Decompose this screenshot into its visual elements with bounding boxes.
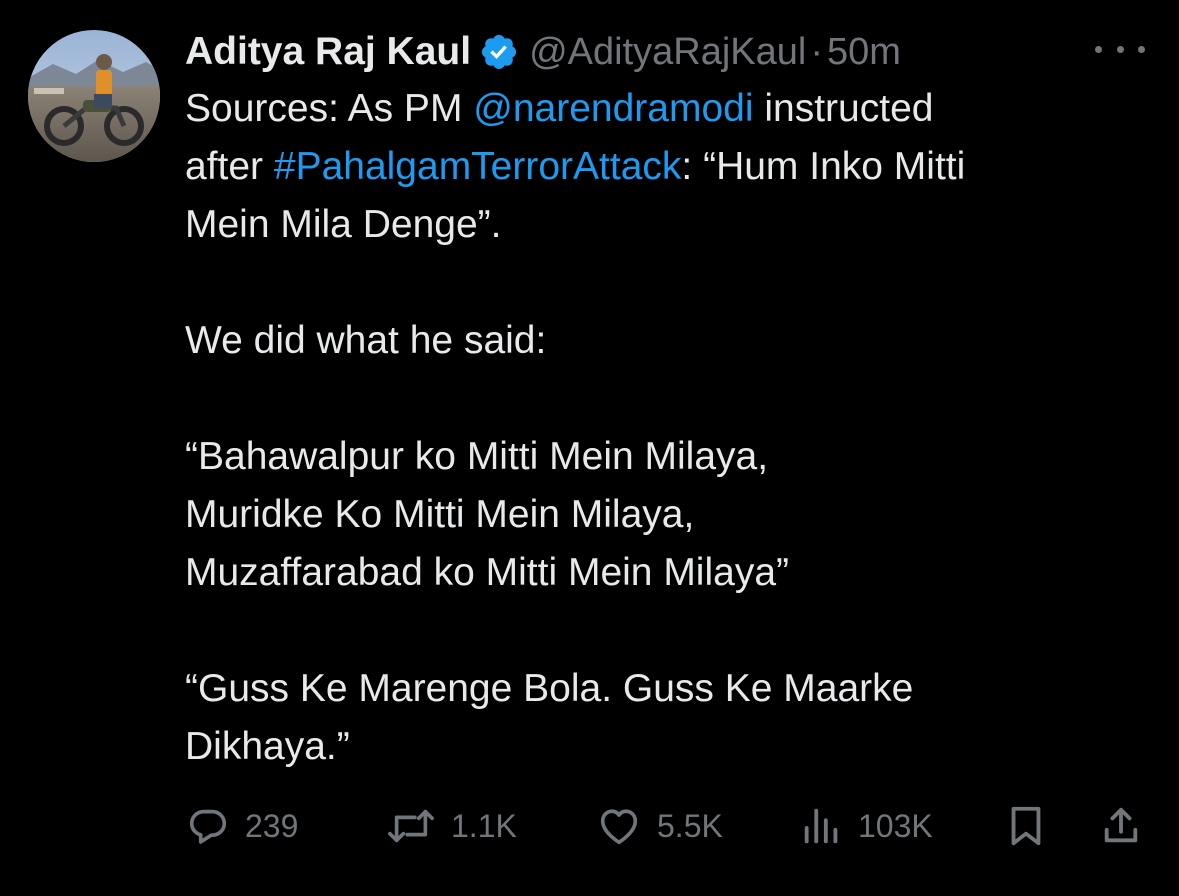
tweet-line: Sources: As PM @narendramodi instructed	[185, 80, 1145, 138]
bookmark-button[interactable]	[1005, 800, 1047, 852]
tweet-line: Dikhaya.”	[185, 725, 350, 768]
views-bar-chart-icon	[804, 808, 838, 844]
tweet-line: Muzaffarabad ko Mitti Mein Milaya”	[185, 551, 790, 594]
tweet-line: We did what he said:	[185, 319, 547, 362]
action-bar: 239 1.1K 5.5K 103K	[185, 800, 1145, 852]
mention-link[interactable]: @narendramodi	[473, 87, 753, 130]
heart-icon	[600, 809, 638, 845]
separator-dot: ·	[810, 30, 823, 73]
tweet-line: Muridke Ko Mitti Mein Milaya,	[185, 493, 695, 536]
repost-icon	[388, 809, 434, 843]
tweet-line: Mein Mila Denge”.	[185, 203, 502, 246]
tweet: Aditya Raj Kaul @AdityaRajKaul · 50m Sou…	[0, 0, 1179, 896]
tweet-content: Aditya Raj Kaul @AdityaRajKaul · 50m Sou…	[185, 24, 1145, 776]
tweet-line: “Bahawalpur ko Mitti Mein Milaya,	[185, 435, 769, 478]
tweet-line: “Guss Ke Marenge Bola. Guss Ke Maarke	[185, 667, 914, 710]
like-button[interactable]: 5.5K	[595, 800, 723, 852]
views-button[interactable]: 103K	[800, 800, 933, 852]
timestamp[interactable]: 50m	[827, 31, 901, 74]
author-handle[interactable]: @AdityaRajKaul	[529, 31, 806, 74]
reply-button[interactable]: 239	[185, 800, 298, 852]
reply-icon	[189, 809, 227, 844]
avatar[interactable]	[28, 30, 160, 162]
repost-count: 1.1K	[451, 807, 517, 844]
repost-button[interactable]: 1.1K	[385, 800, 517, 852]
tweet-line: after #PahalgamTerrorAttack: “Hum Inko M…	[185, 138, 1145, 196]
tweet-text-segment: Sources: As PM	[185, 87, 474, 130]
tweet-text-segment: after	[185, 145, 274, 188]
bookmark-icon	[1011, 806, 1041, 846]
share-icon	[1104, 807, 1138, 843]
tweet-text-segment: : “Hum Inko Mitti	[681, 145, 966, 188]
hashtag-link[interactable]: #PahalgamTerrorAttack	[274, 145, 682, 188]
views-count: 103K	[858, 807, 933, 844]
share-button[interactable]	[1100, 800, 1142, 852]
reply-count: 239	[245, 807, 299, 844]
author-display-name[interactable]: Aditya Raj Kaul	[185, 30, 471, 74]
tweet-text: Sources: As PM @narendramodi instructed …	[185, 80, 1145, 776]
verified-badge-icon[interactable]	[479, 32, 519, 72]
like-count: 5.5K	[657, 807, 723, 844]
more-options-icon[interactable]	[1095, 34, 1145, 64]
tweet-text-segment: instructed	[753, 87, 934, 130]
tweet-header: Aditya Raj Kaul @AdityaRajKaul · 50m	[185, 24, 1145, 80]
avatar-image	[28, 30, 160, 162]
